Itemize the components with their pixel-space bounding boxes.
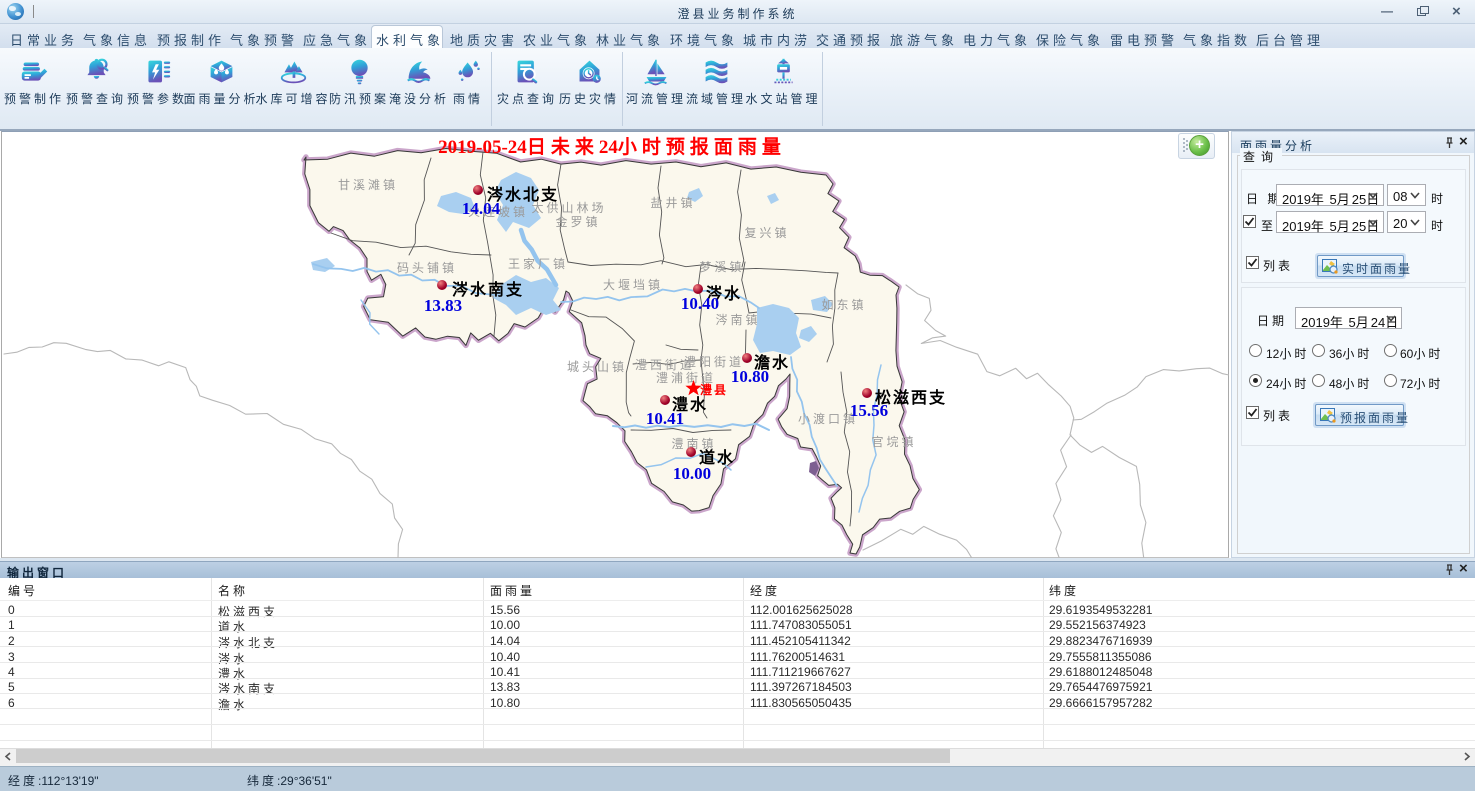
svg-text:盐井镇: 盐井镇 [650, 196, 695, 210]
svg-text:梦溪镇: 梦溪镇 [699, 260, 744, 274]
svg-text:官垸镇: 官垸镇 [871, 434, 916, 449]
svg-text:城头山镇: 城头山镇 [567, 360, 627, 374]
svg-text:如东镇: 如东镇 [821, 297, 866, 312]
svg-text:复兴镇: 复兴镇 [744, 226, 789, 240]
svg-text:码头铺镇: 码头铺镇 [397, 261, 457, 275]
svg-text:甘溪滩镇: 甘溪滩镇 [338, 178, 398, 192]
svg-text:涔南镇: 涔南镇 [715, 312, 760, 327]
svg-text:王家厂镇: 王家厂镇 [508, 256, 568, 271]
svg-text:大堰垱镇: 大堰垱镇 [603, 278, 663, 292]
svg-text:金罗镇: 金罗镇 [555, 214, 600, 229]
